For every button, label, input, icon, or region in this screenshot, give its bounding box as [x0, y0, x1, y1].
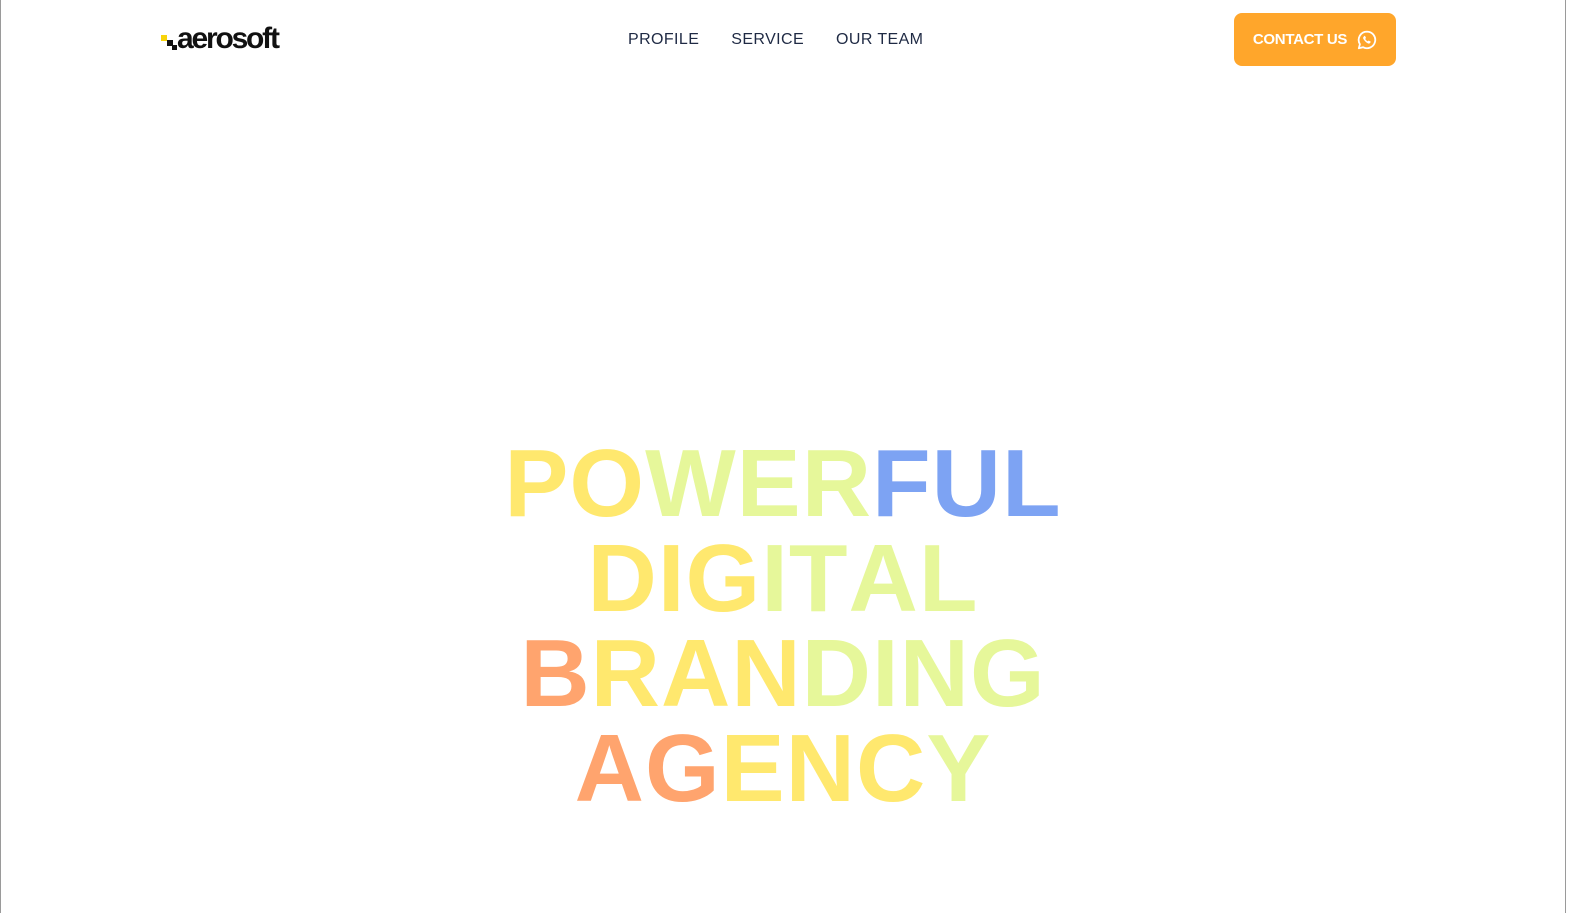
hero-line-3: BRANDING — [520, 620, 1046, 727]
contact-us-button[interactable]: CONTACT US — [1234, 13, 1396, 66]
logo[interactable]: aerosoft — [160, 22, 280, 56]
hero-line-1: POWERFUL — [504, 430, 1062, 537]
scrollbar[interactable] — [1567, 0, 1577, 915]
nav-item-our-team[interactable]: OUR TEAM — [836, 30, 923, 50]
nav-item-profile[interactable]: PROFILE — [628, 30, 699, 50]
hero-line-2: DIGITAL — [587, 525, 979, 632]
hero-headline: POWERFUL DIGITAL BRANDING AGENCY — [0, 430, 1566, 822]
nav-item-service[interactable]: SERVICE — [731, 30, 804, 50]
whatsapp-icon — [1357, 30, 1377, 50]
hero-line-4: AGENCY — [574, 715, 992, 822]
contact-us-label: CONTACT US — [1252, 31, 1348, 48]
main-nav: PROFILE SERVICE OUR TEAM — [628, 30, 923, 50]
logo-text: aerosoft — [177, 22, 280, 55]
logo-mark-icon — [160, 28, 177, 50]
